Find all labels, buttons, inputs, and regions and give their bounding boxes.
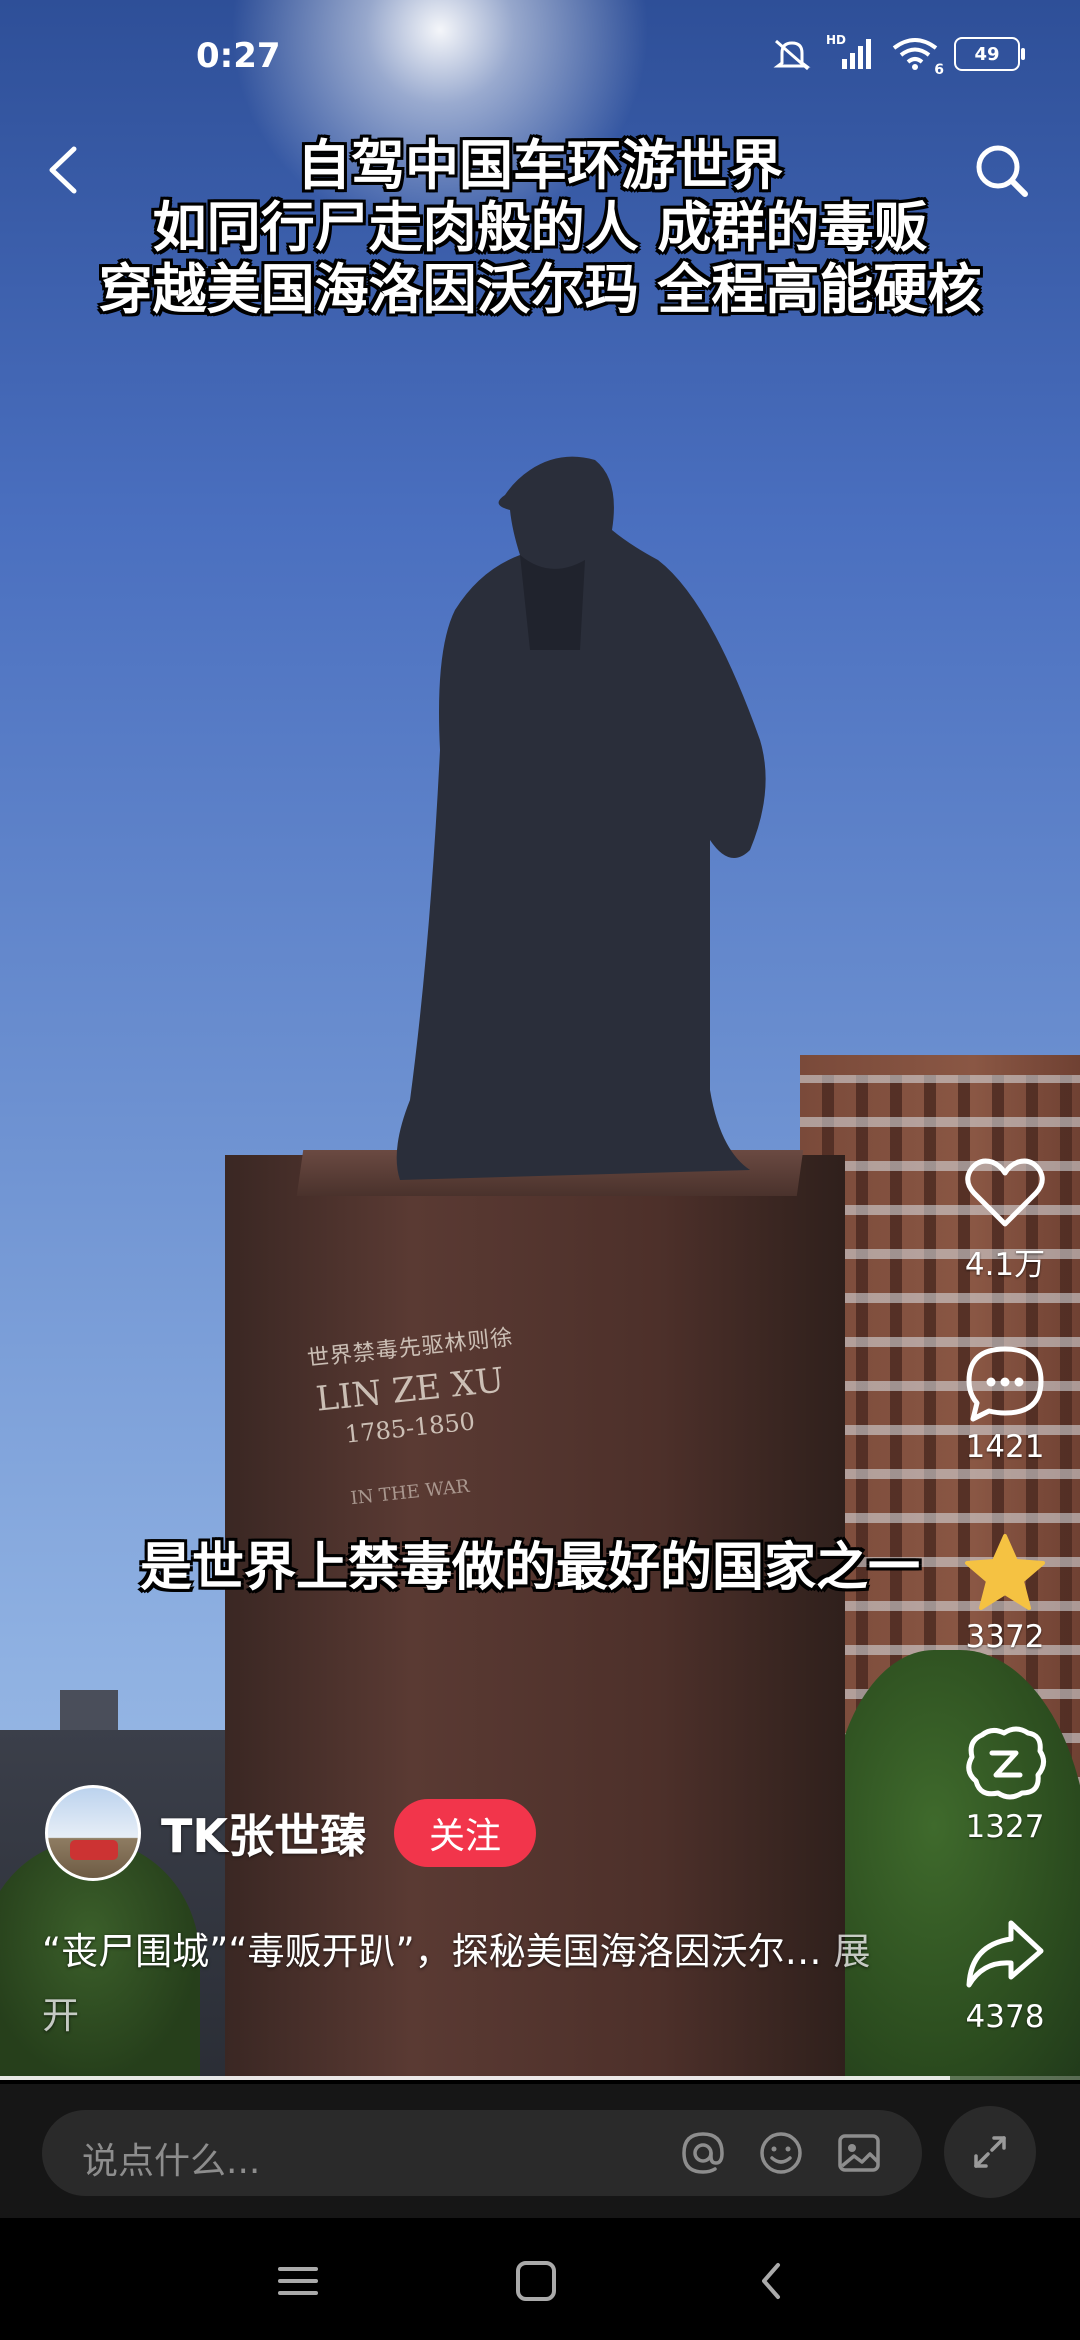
remix-icon	[966, 1726, 1046, 1800]
avatar-car	[70, 1840, 118, 1860]
progress-bar[interactable]	[0, 2076, 1080, 2080]
title-line-3: 穿越美国海洛因沃尔玛 全程高能硬核	[98, 258, 982, 321]
status-icons: HD 6 49	[772, 33, 1025, 78]
signal-icon: HD	[826, 33, 876, 71]
wifi-icon: 6	[890, 36, 944, 78]
avatar[interactable]	[45, 1785, 141, 1881]
menu-icon	[278, 2267, 318, 2295]
share-count: 4378	[965, 1999, 1045, 2035]
fullscreen-button[interactable]	[944, 2106, 1036, 2198]
author-row: TK张世臻 关注	[45, 1783, 537, 1883]
comment-input[interactable]: 说点什么...	[42, 2110, 922, 2196]
title-line-1: 自驾中国车环游世界	[297, 134, 783, 197]
follow-button[interactable]: 关注	[394, 1799, 537, 1867]
favorite-button[interactable]: 3372	[945, 1525, 1065, 1655]
pedestal-inscription: 世界禁毒先驱林则徐 LIN ZE XU 1785-1850 IN THE WAR	[290, 1325, 530, 1509]
comment-button[interactable]: 1421	[945, 1335, 1065, 1465]
heart-icon	[965, 1158, 1045, 1227]
remix-count: 1327	[965, 1809, 1045, 1845]
emoji-icon[interactable]	[756, 2128, 806, 2178]
remix-button[interactable]: 1327	[945, 1715, 1065, 1845]
comment-placeholder: 说点什么...	[82, 2141, 261, 2182]
status-bar: 0:27 HD 6 49	[0, 0, 1080, 120]
video-caption: 是世界上禁毒做的最好的国家之一	[139, 1538, 920, 1598]
home-square-icon	[516, 2261, 556, 2301]
star-icon	[965, 1534, 1045, 1610]
like-count: 4.1万	[964, 1247, 1046, 1283]
favorite-count: 3372	[965, 1619, 1045, 1655]
comment-bar: 说点什么...	[0, 2084, 1080, 2218]
statue-figure	[396, 456, 766, 1181]
battery-indicator: 49	[954, 37, 1025, 71]
status-time: 0:27	[196, 36, 281, 76]
progress-fill	[0, 2076, 951, 2080]
mention-icon[interactable]	[678, 2128, 728, 2178]
comment-count: 1421	[965, 1429, 1045, 1465]
title-line-2: 如同行尸走肉般的人 成群的毒贩	[152, 196, 928, 259]
home-nav-button[interactable]	[506, 2256, 566, 2306]
hd-label: HD	[826, 33, 847, 47]
video-title-overlay: 自驾中国车环游世界 如同行尸走肉般的人 成群的毒贩 穿越美国海洛因沃尔玛 全程高…	[40, 135, 1040, 321]
chevron-left-nav-icon	[762, 2263, 780, 2299]
system-nav-bar	[0, 2218, 1080, 2340]
back-nav-button[interactable]	[742, 2256, 802, 2306]
image-icon[interactable]	[834, 2128, 884, 2178]
video-description[interactable]: “丧尸围城”“毒贩开趴”，探秘美国海洛因沃尔… 展开	[42, 1920, 872, 2048]
menu-nav-button[interactable]	[268, 2256, 328, 2306]
description-text: “丧尸围城”“毒贩开趴”，探秘美国海洛因沃尔…	[42, 1930, 822, 1973]
silent-icon	[773, 39, 811, 71]
expand-icon	[974, 2136, 1006, 2168]
share-icon	[966, 1920, 1044, 1988]
battery-level: 49	[974, 43, 1000, 65]
like-button[interactable]: 4.1万	[945, 1145, 1065, 1284]
share-button[interactable]: 4378	[945, 1905, 1065, 2035]
author-name[interactable]: TK张世臻	[161, 1800, 366, 1866]
comment-icon	[966, 1346, 1044, 1422]
wifi-label: 6	[934, 62, 944, 78]
